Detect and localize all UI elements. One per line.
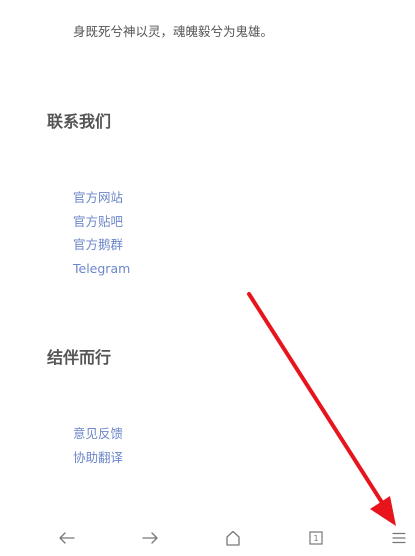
list-item: 意见反馈 (73, 421, 123, 445)
list-item: 协助翻译 (73, 445, 123, 469)
poem-line: 身既死兮神以灵，魂魄毅兮为鬼雄。 (73, 24, 274, 39)
home-icon (226, 530, 240, 546)
list-item: Telegram (73, 256, 130, 280)
contact-us-heading: 联系我们 (47, 112, 112, 131)
back-button[interactable] (49, 520, 85, 556)
arrow-shaft (247, 292, 385, 506)
forward-button[interactable] (132, 520, 168, 556)
hamburger-menu-icon (392, 532, 406, 544)
menu-button[interactable] (381, 520, 415, 556)
official-website-link[interactable]: 官方网站 (73, 190, 123, 205)
arrow-left-icon (59, 532, 75, 544)
list-item: 官方贴吧 (73, 209, 130, 233)
official-qq-group-link[interactable]: 官方鹅群 (73, 237, 123, 252)
telegram-link[interactable]: Telegram (73, 261, 130, 276)
official-tieba-link[interactable]: 官方贴吧 (73, 214, 123, 229)
list-item: 官方鹅群 (73, 232, 130, 256)
tabs-button[interactable]: 1 (298, 520, 334, 556)
red-arrow-annotation (247, 292, 396, 526)
together-links-list: 意见反馈 协助翻译 (73, 421, 123, 468)
list-item: 官方网站 (73, 185, 130, 209)
tabs-count: 1 (313, 533, 319, 543)
bottom-navigation-bar: 1 (0, 520, 415, 556)
feedback-link[interactable]: 意见反馈 (73, 426, 123, 441)
contact-links-list: 官方网站 官方贴吧 官方鹅群 Telegram (73, 185, 130, 279)
home-button[interactable] (215, 520, 251, 556)
help-translate-link[interactable]: 协助翻译 (73, 450, 123, 465)
arrow-right-icon (142, 532, 158, 544)
together-heading: 结伴而行 (47, 348, 112, 367)
